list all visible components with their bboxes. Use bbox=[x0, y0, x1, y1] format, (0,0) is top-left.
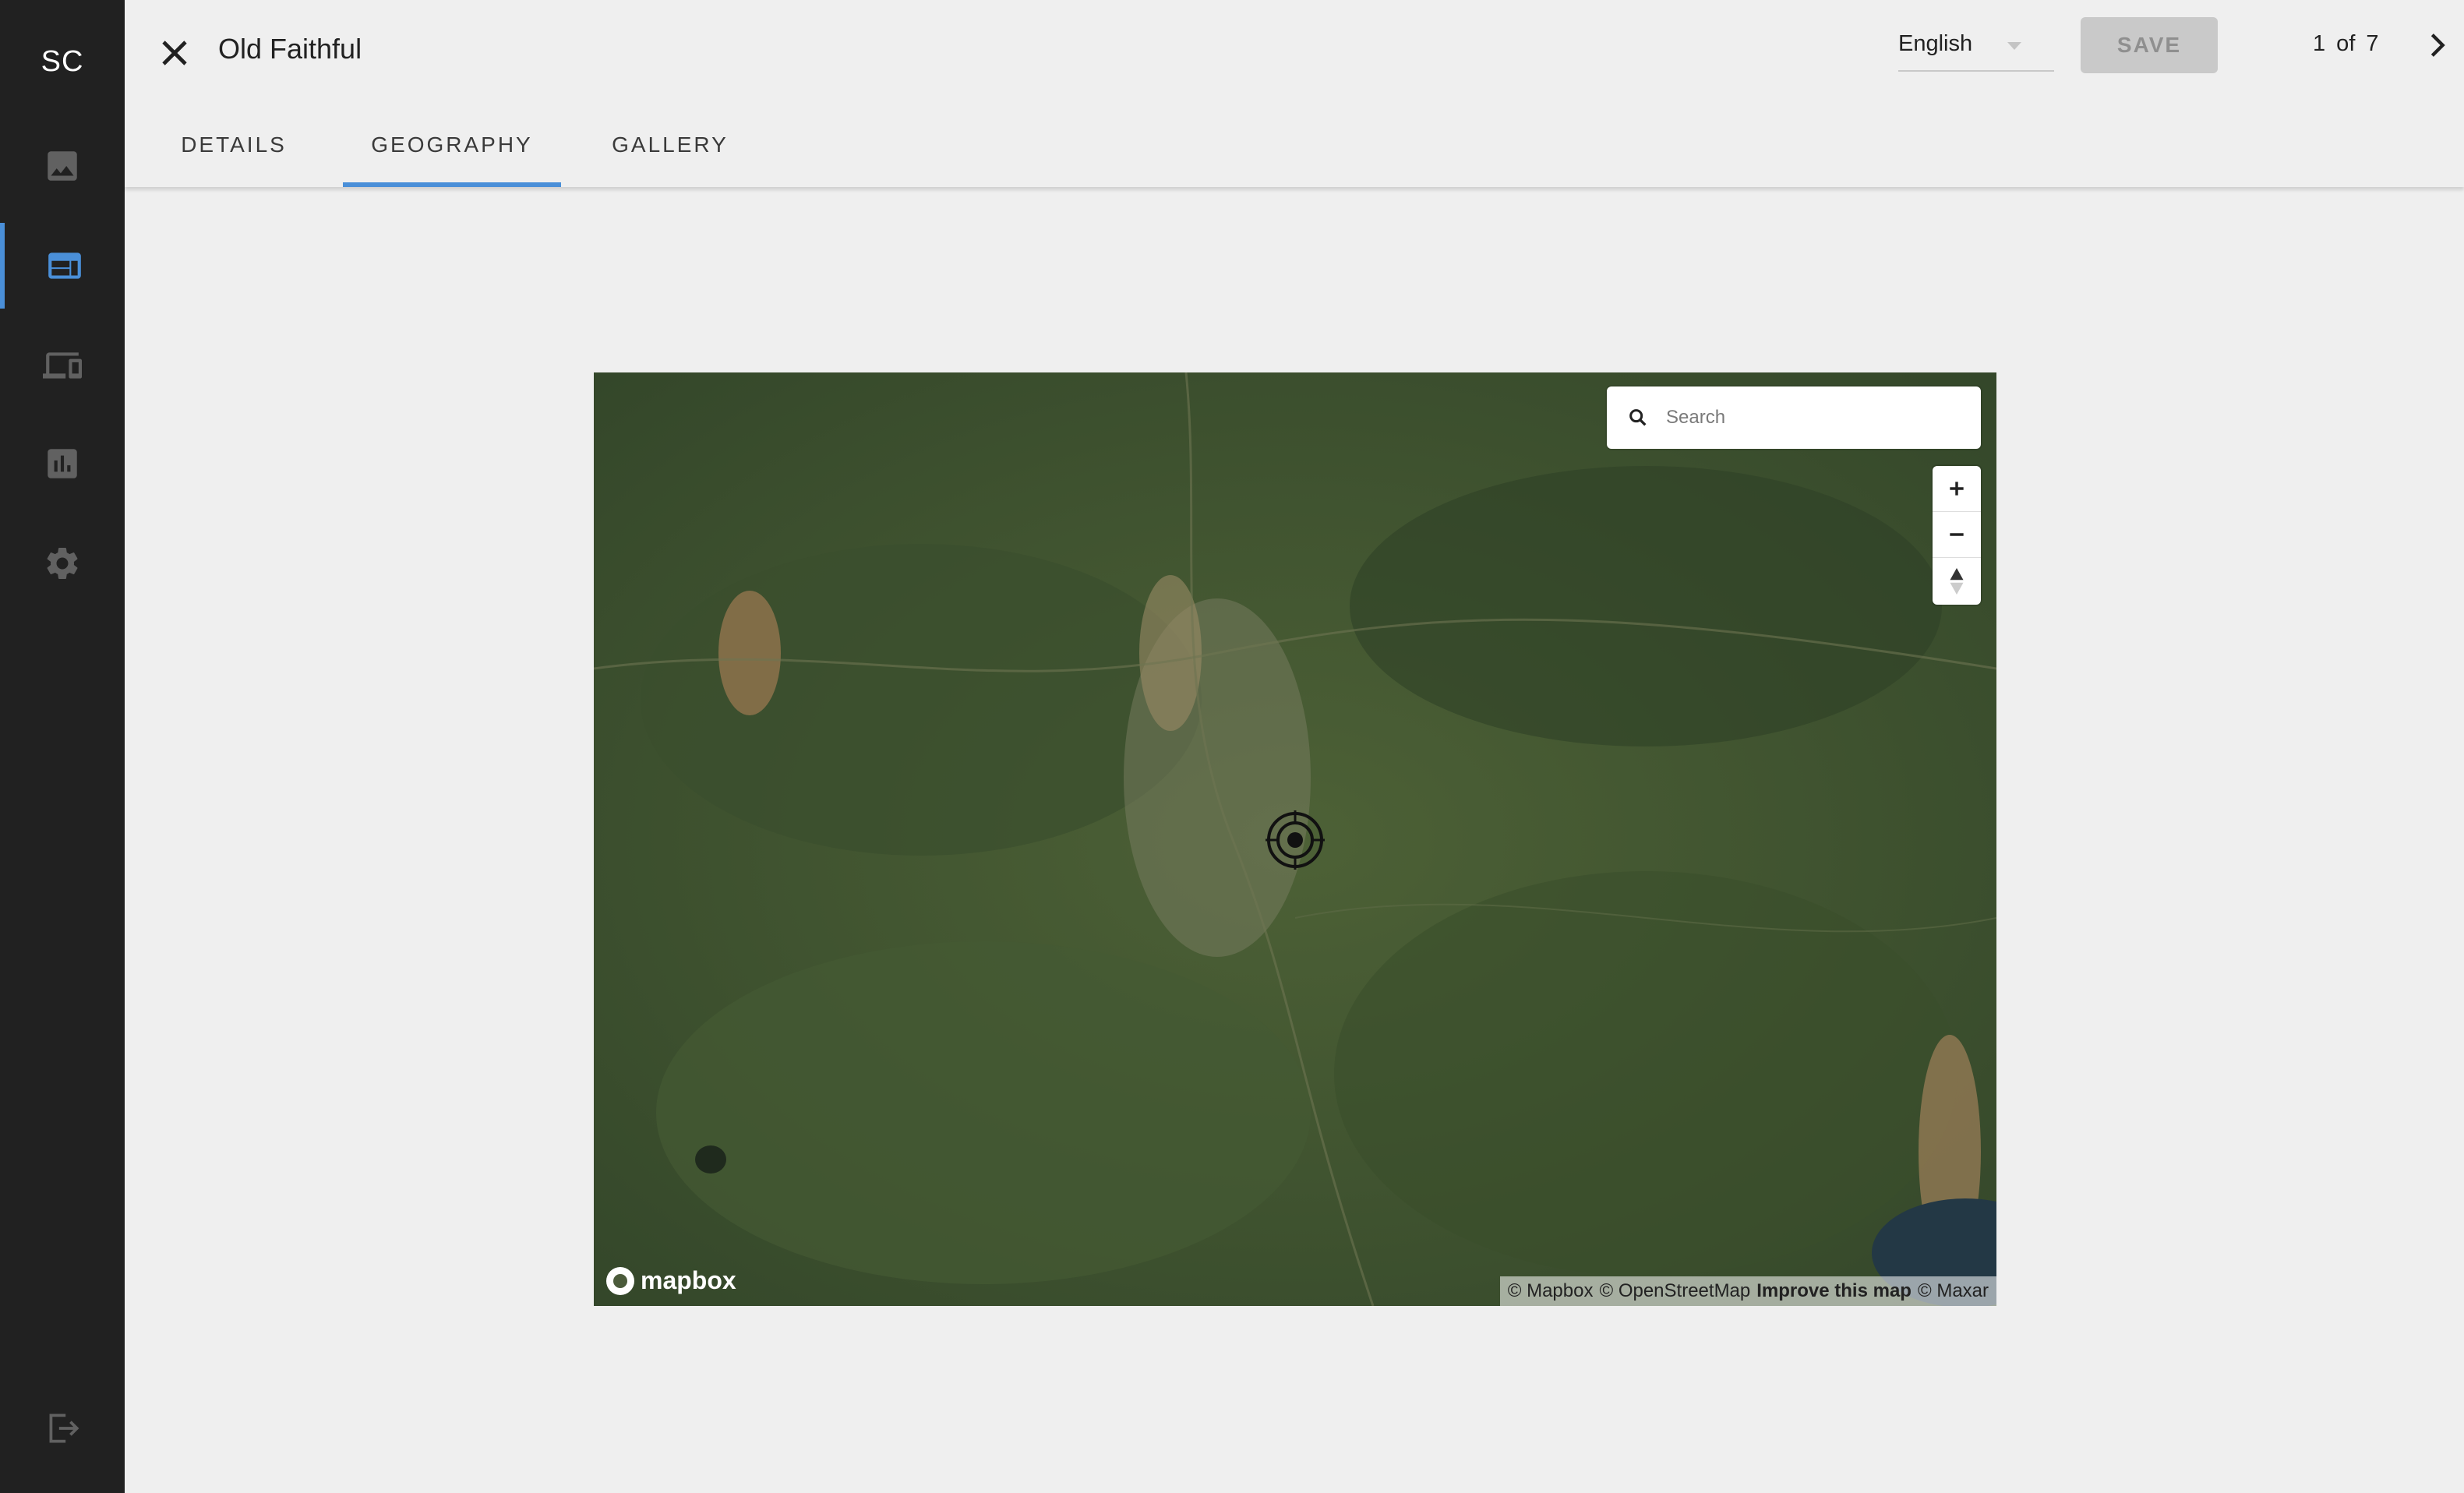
bar-chart-icon bbox=[48, 449, 77, 478]
logout-icon bbox=[49, 1414, 79, 1443]
sidebar-item-content[interactable] bbox=[0, 223, 125, 309]
improve-map-link[interactable]: Improve this map bbox=[1756, 1280, 1912, 1302]
minus-icon bbox=[1950, 533, 1964, 536]
chevron-down-icon bbox=[2007, 42, 2021, 50]
page-title: Old Faithful bbox=[218, 33, 362, 65]
language-select-value: English bbox=[1898, 31, 1973, 56]
sidebar-item-analytics[interactable] bbox=[0, 421, 125, 506]
map-search-placeholder: Search bbox=[1666, 407, 1726, 428]
compass-button[interactable] bbox=[1933, 558, 1981, 604]
image-icon bbox=[48, 151, 77, 181]
zoom-in-button[interactable] bbox=[1933, 466, 1981, 512]
app-logo: SC bbox=[41, 45, 84, 78]
tab-gallery[interactable]: GALLERY bbox=[592, 132, 748, 187]
language-select[interactable]: English bbox=[1898, 31, 2054, 72]
devices-icon bbox=[43, 352, 82, 379]
tab-details[interactable]: DETAILS bbox=[156, 132, 312, 187]
compass-icon bbox=[1950, 567, 1964, 595]
map-attribution: © Mapbox © OpenStreetMap Improve this ma… bbox=[1499, 1276, 1996, 1306]
pager-text: 1 of 7 bbox=[2313, 31, 2379, 56]
attribution-mapbox[interactable]: © Mapbox bbox=[1508, 1280, 1594, 1302]
gear-icon bbox=[47, 548, 78, 579]
attribution-maxar[interactable]: © Maxar bbox=[1918, 1280, 1989, 1302]
tab-geography[interactable]: GEOGRAPHY bbox=[343, 132, 561, 187]
chevron-right-icon[interactable] bbox=[2422, 28, 2453, 62]
attribution-osm[interactable]: © OpenStreetMap bbox=[1599, 1280, 1750, 1302]
sidebar-item-settings[interactable] bbox=[0, 521, 125, 606]
close-icon[interactable] bbox=[156, 34, 193, 72]
map-navigation-controls bbox=[1933, 466, 1981, 605]
logout-button[interactable] bbox=[0, 1385, 125, 1471]
search-icon bbox=[1629, 409, 1647, 426]
map-search-input[interactable]: Search bbox=[1607, 386, 1981, 449]
sidebar-item-devices[interactable] bbox=[0, 323, 125, 408]
save-button[interactable]: SAVE bbox=[2081, 17, 2218, 73]
tab-label: GEOGRAPHY bbox=[371, 132, 533, 157]
mapbox-logo-text: mapbox bbox=[641, 1266, 736, 1294]
sidebar-item-media[interactable] bbox=[0, 123, 125, 209]
location-target-icon[interactable] bbox=[1266, 810, 1325, 870]
mapbox-logo-icon bbox=[606, 1266, 634, 1295]
mapbox-logo[interactable]: mapbox bbox=[606, 1266, 736, 1295]
tab-label: GALLERY bbox=[612, 132, 729, 157]
zoom-out-button[interactable] bbox=[1933, 512, 1981, 558]
plus-icon bbox=[1950, 482, 1964, 496]
satellite-map[interactable]: Search mapbox © Mapbox © OpenStreetMap I… bbox=[594, 372, 1996, 1306]
sidebar: SC bbox=[0, 0, 125, 1493]
tab-label: DETAILS bbox=[181, 132, 287, 157]
web-layout-icon bbox=[48, 252, 81, 279]
